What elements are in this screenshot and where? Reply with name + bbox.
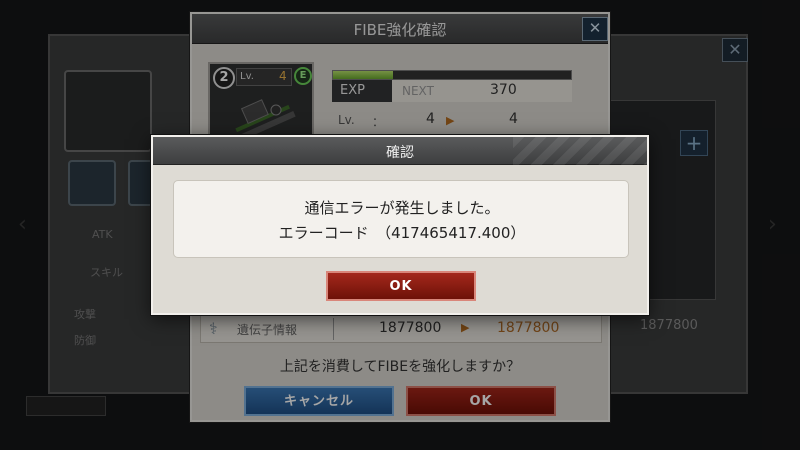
error-code: エラーコード （417465417.400） — [278, 224, 526, 242]
error-dialog: 確認 通信エラーが発生しました。 エラーコード （417465417.400） … — [151, 135, 649, 315]
error-dialog-title: 確認 — [386, 145, 414, 161]
error-ok-button[interactable]: OK — [326, 271, 476, 301]
error-message-box: 通信エラーが発生しました。 エラーコード （417465417.400） — [173, 180, 629, 258]
error-dialog-header: 確認 — [153, 137, 647, 165]
error-message: 通信エラーが発生しました。 — [304, 199, 500, 217]
